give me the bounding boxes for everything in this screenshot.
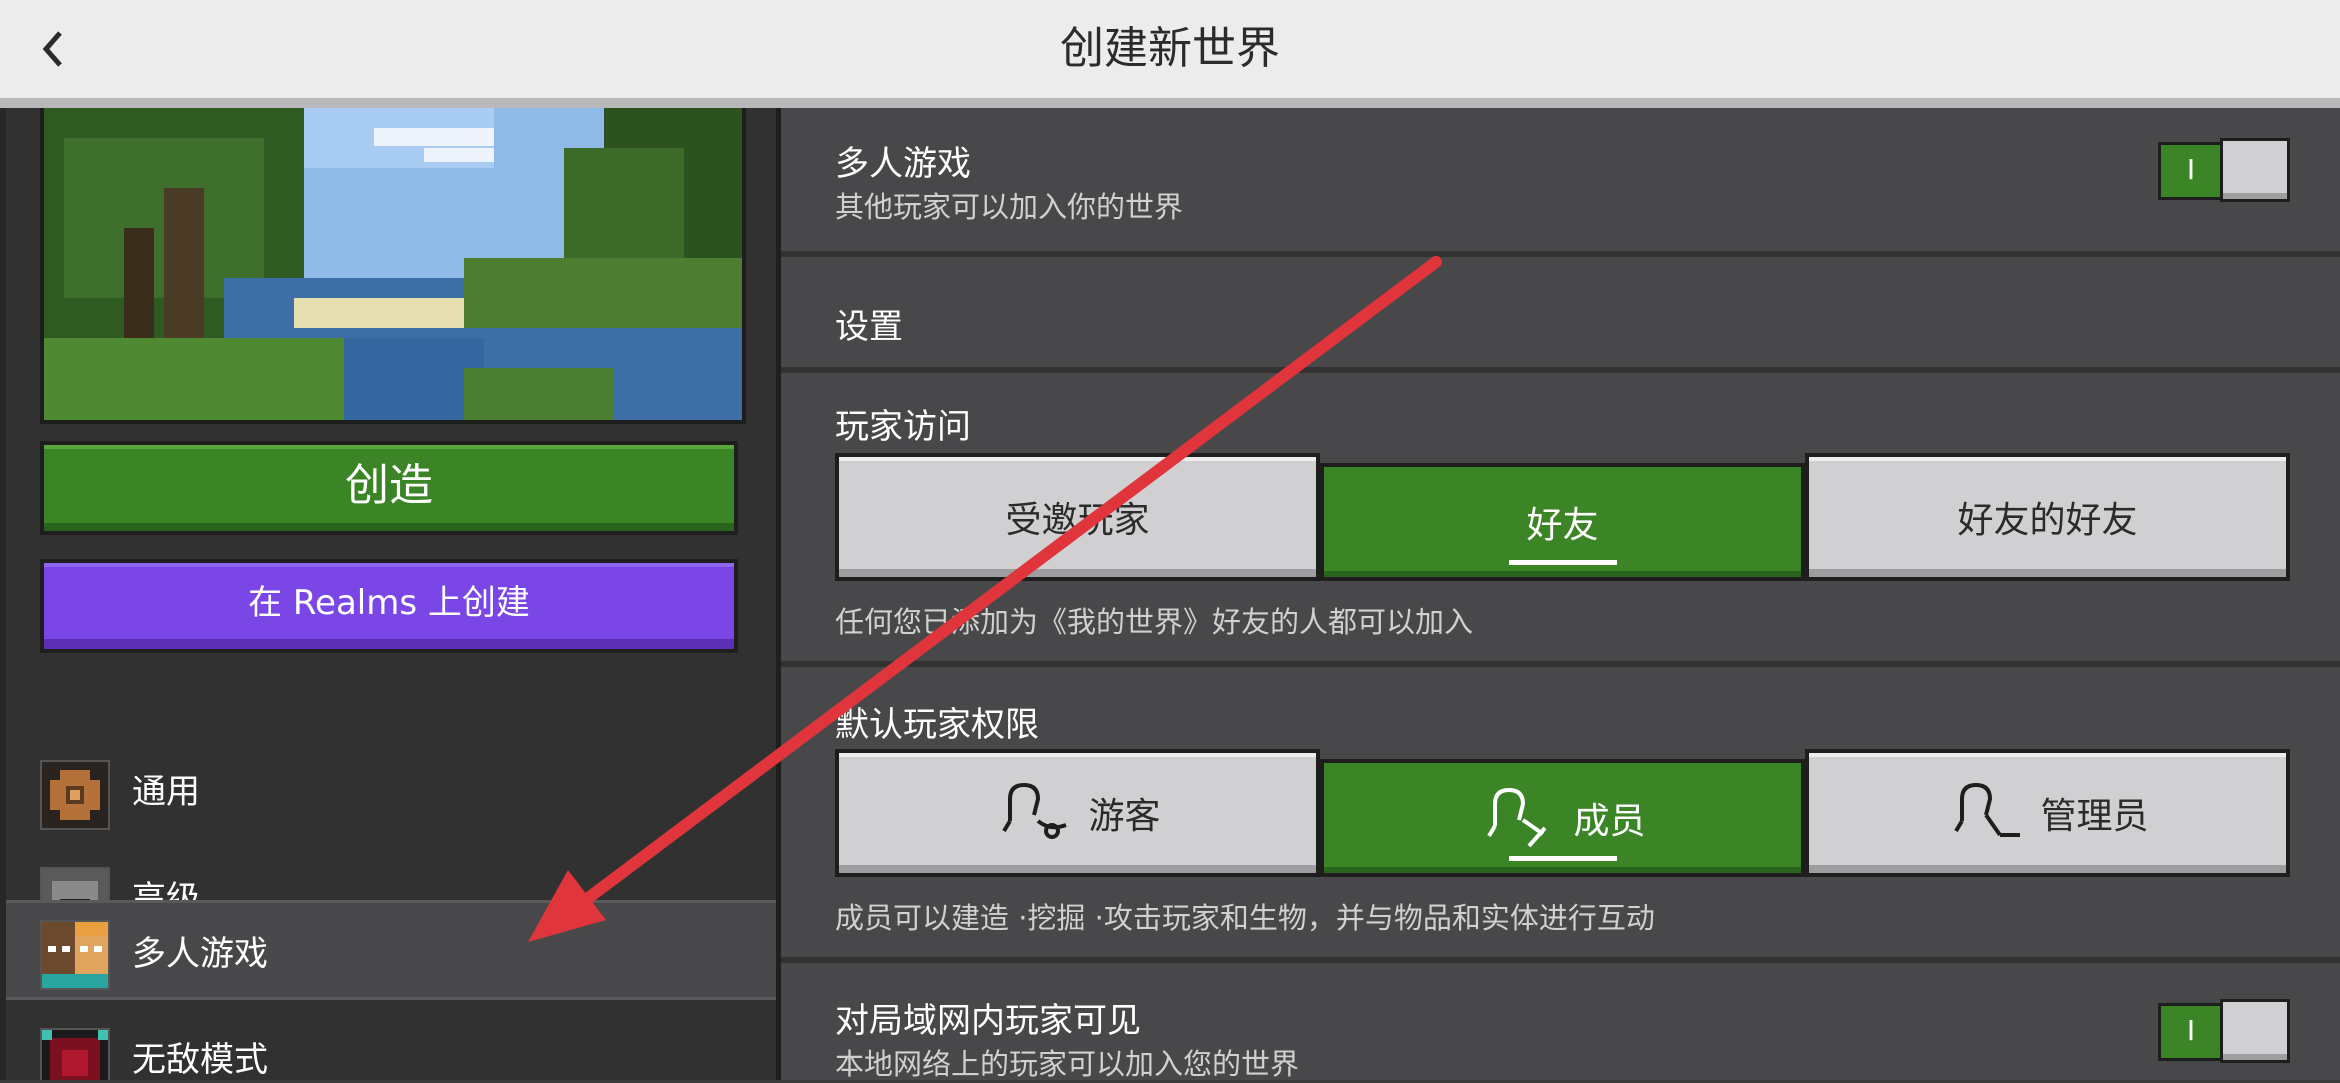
create-button[interactable]: 创造 bbox=[40, 441, 738, 535]
toggle-knob bbox=[2220, 999, 2290, 1063]
player-access-hint: 任何您已添加为《我的世界》好友的人都可以加入 bbox=[835, 605, 1474, 639]
toggle-knob bbox=[2220, 138, 2290, 202]
multiplayer-subtitle: 其他玩家可以加入你的世界 bbox=[835, 190, 1184, 224]
option-member[interactable]: 成员 bbox=[1320, 759, 1805, 877]
settings-title: 设置 bbox=[835, 307, 903, 347]
multiplayer-title: 多人游戏 bbox=[835, 144, 971, 184]
player-access-title: 玩家访问 bbox=[835, 407, 971, 447]
lan-visible-toggle[interactable]: I bbox=[2158, 999, 2290, 1063]
multiplayer-toggle[interactable]: I bbox=[2158, 138, 2290, 202]
option-friends[interactable]: 好友 bbox=[1320, 463, 1805, 581]
lan-visible-subtitle: 本地网络上的玩家可以加入您的世界 bbox=[835, 1047, 1300, 1081]
settings-header: 设置 bbox=[781, 257, 2340, 373]
create-on-realms-button[interactable]: 在 Realms 上创建 bbox=[40, 559, 738, 653]
selected-underline bbox=[1508, 560, 1617, 565]
nav-item-label: 无敌模式 bbox=[132, 1039, 268, 1080]
option-visitor[interactable]: 游客 bbox=[835, 749, 1320, 877]
selected-underline bbox=[1508, 856, 1617, 861]
default-permission-title: 默认玩家权限 bbox=[835, 705, 1039, 745]
default-permission-hint: 成员可以建造 ·挖掘 ·攻击玩家和生物，并与物品和实体进行互动 bbox=[835, 901, 1655, 935]
permission-selector: 游客 成员 管理员 bbox=[835, 749, 2290, 877]
lan-visible-section: 对局域网内玩家可见 本地网络上的玩家可以加入您的世界 I bbox=[781, 963, 2340, 1081]
multiplayer-section: 多人游戏 其他玩家可以加入你的世界 I bbox=[781, 108, 2340, 257]
nav-item-label: 多人游戏 bbox=[132, 933, 268, 974]
world-preview-image bbox=[40, 108, 746, 424]
player-access-section: 玩家访问 受邀玩家 好友 好友的好友 任何您已添加为《我的世界》好友的人都可以加… bbox=[781, 373, 2340, 667]
toggle-on-indicator: I bbox=[2158, 1003, 2224, 1061]
players-icon bbox=[40, 920, 110, 990]
toggle-on-indicator: I bbox=[2158, 142, 2224, 200]
visitor-icon bbox=[1002, 782, 1068, 839]
gear-icon bbox=[40, 760, 110, 830]
page-title: 创建新世界 bbox=[1060, 23, 1280, 74]
operator-icon bbox=[1954, 782, 2021, 837]
option-friends-of-friends[interactable]: 好友的好友 bbox=[1805, 453, 2290, 581]
nav-item-general[interactable]: 通用 bbox=[6, 738, 776, 838]
cheats-icon bbox=[40, 1028, 110, 1080]
option-operator[interactable]: 管理员 bbox=[1805, 749, 2290, 877]
option-invited-players[interactable]: 受邀玩家 bbox=[835, 453, 1320, 581]
nav-item-label: 通用 bbox=[132, 771, 200, 812]
member-icon bbox=[1487, 787, 1547, 848]
nav-item-multiplayer[interactable]: 多人游戏 bbox=[6, 900, 776, 1000]
settings-panel: 多人游戏 其他玩家可以加入你的世界 I 设置 玩家访问 受邀玩家 好友 好友的好… bbox=[781, 108, 2340, 1081]
top-bar: 创建新世界 bbox=[0, 0, 2340, 108]
nav-item-cheats[interactable]: 无敌模式 bbox=[6, 1006, 776, 1080]
player-access-selector: 受邀玩家 好友 好友的好友 bbox=[835, 453, 2290, 581]
lan-visible-title: 对局域网内玩家可见 bbox=[835, 1001, 1141, 1041]
left-panel: 创造 在 Realms 上创建 通用 高级 多人游戏 无敌模式 bbox=[0, 108, 776, 1080]
default-permission-section: 默认玩家权限 游客 成员 管理员 成员可以建造 ·挖掘 ·攻击玩家和生物，并与物… bbox=[781, 667, 2340, 963]
